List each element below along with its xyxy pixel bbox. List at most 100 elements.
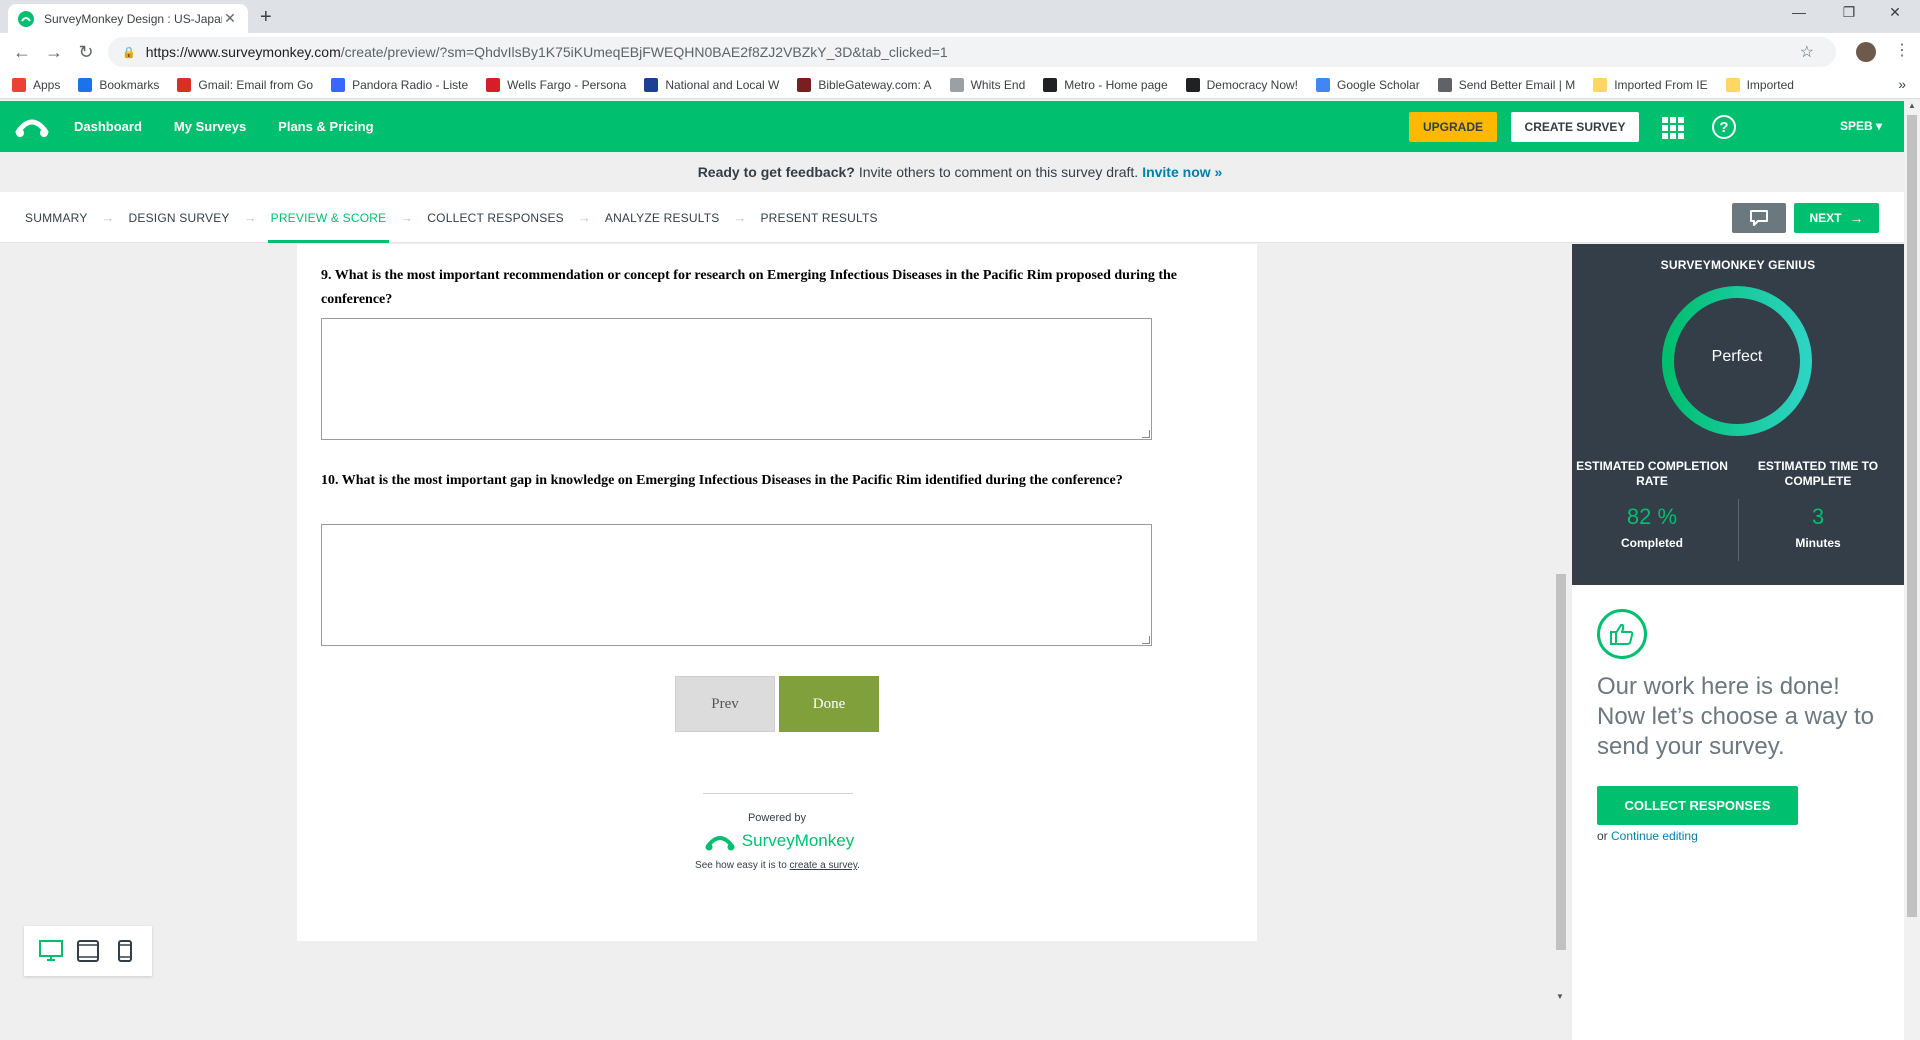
bookmark-item[interactable]: Apps (12, 77, 61, 92)
step-analyze-results[interactable]: ANALYZE RESULTS (605, 192, 720, 243)
invite-now-link[interactable]: Invite now » (1142, 164, 1222, 180)
bookmark-label: Imported From IE (1614, 77, 1708, 92)
forward-icon[interactable]: → (38, 42, 70, 63)
bookmark-item[interactable]: Imported (1725, 77, 1794, 92)
url-host: https://www.surveymonkey.com (145, 44, 341, 60)
step-arrow-icon: → (400, 210, 414, 225)
step-collect-responses[interactable]: COLLECT RESPONSES (427, 192, 564, 243)
surveymonkey-logo-icon[interactable] (14, 112, 50, 140)
bookmark-item[interactable]: Pandora Radio - Liste (331, 77, 469, 92)
bookmark-item[interactable]: Whits End (949, 77, 1025, 92)
scroll-down-arrow-icon[interactable]: ▼ (1556, 992, 1564, 1001)
page-scrollbar[interactable]: ▲ (1904, 99, 1920, 1040)
restore-button[interactable]: ❐ (1826, 4, 1872, 21)
lock-icon: 🔒 (122, 46, 136, 59)
see-how-suffix: . (857, 860, 860, 871)
bookmark-favicon-icon (949, 77, 964, 92)
create-survey-button[interactable]: CREATE SURVEY (1511, 112, 1639, 142)
tab-close-icon[interactable]: ✕ (222, 10, 238, 27)
bookmark-item[interactable]: Gmail: Email from Go (177, 77, 314, 92)
help-icon[interactable]: ? (1712, 115, 1736, 139)
browser-menu-icon[interactable]: ⋮ (1894, 40, 1910, 60)
reload-icon[interactable]: ↻ (70, 42, 102, 63)
continue-editing-link[interactable]: Continue editing (1611, 829, 1698, 843)
scroll-up-arrow-icon[interactable]: ▲ (1908, 101, 1916, 110)
next-button[interactable]: NEXT → (1794, 203, 1879, 233)
desktop-view-icon[interactable] (38, 938, 64, 964)
bookmark-item[interactable]: National and Local W (644, 77, 780, 92)
question-9: 9. What is the most important recommenda… (321, 268, 1178, 307)
bookmark-item[interactable]: Send Better Email | M (1437, 77, 1576, 92)
done-message: Our work here is done! Now let’s choose … (1597, 673, 1875, 760)
bookmark-label: Imported (1746, 77, 1794, 92)
genius-title: SURVEYMONKEY GENIUS (1660, 258, 1816, 272)
bookmark-label: Metro - Home page (1064, 77, 1168, 92)
bookmark-label: Pandora Radio - Liste (352, 77, 469, 92)
apps-grid-icon[interactable] (1662, 117, 1684, 139)
bookmark-item[interactable]: Metro - Home page (1043, 77, 1168, 92)
step-preview-score[interactable]: PREVIEW & SCORE (267, 192, 389, 243)
mobile-view-icon[interactable] (112, 938, 138, 964)
preview-scrollbar[interactable] (1556, 574, 1566, 950)
page-scrollbar-thumb[interactable] (1907, 115, 1917, 917)
resize-handle-icon[interactable] (1142, 636, 1150, 644)
new-tab-button[interactable]: + (260, 6, 272, 29)
browser-tab[interactable]: SurveyMonkey Design : US-Japan ✕ (8, 4, 248, 33)
answer-field-q10[interactable] (321, 524, 1152, 646)
time-to-complete-label: ESTIMATED TIME TO COMPLETE (1757, 459, 1879, 488)
next-label: NEXT (1809, 211, 1842, 225)
bookmark-item[interactable]: Wells Fargo - Persona (486, 77, 626, 92)
bookmark-item[interactable]: Democracy Now! (1185, 77, 1298, 92)
upgrade-button[interactable]: UPGRADE (1409, 112, 1497, 142)
step-design-survey[interactable]: DESIGN SURVEY (129, 192, 230, 243)
prev-button[interactable]: Prev (675, 676, 775, 732)
bookmark-star-icon[interactable]: ☆ (1800, 42, 1814, 62)
collect-responses-button[interactable]: COLLECT RESPONSES (1597, 786, 1798, 825)
surveymonkey-logo-icon (705, 836, 735, 851)
footer-divider (703, 793, 853, 794)
tablet-view-icon[interactable] (75, 938, 101, 964)
resize-handle-icon[interactable] (1142, 430, 1150, 438)
arrow-right-icon: → (1849, 210, 1864, 226)
bookmark-favicon-icon (1043, 77, 1058, 92)
bookmark-item[interactable]: Imported From IE (1593, 77, 1708, 92)
completion-rate-value: 82 % (1626, 504, 1678, 529)
bookmark-favicon-icon (1316, 77, 1330, 92)
bookmarks-overflow-icon[interactable]: » (1898, 76, 1906, 92)
bookmark-item[interactable]: Google Scholar (1316, 77, 1420, 92)
step-present-results[interactable]: PRESENT RESULTS (760, 192, 877, 243)
bookmark-label: BibleGateway.com: A (818, 77, 932, 92)
bookmark-label: Apps (33, 77, 61, 92)
surveymonkey-brand-link[interactable]: SurveyMonkey (699, 830, 859, 852)
done-button[interactable]: Done (779, 676, 879, 732)
bookmark-label: Google Scholar (1337, 77, 1420, 92)
user-menu[interactable]: SPEB ▾ (1840, 119, 1882, 133)
nav-dashboard[interactable]: Dashboard (74, 119, 142, 134)
bookmark-label: National and Local W (665, 77, 780, 92)
answer-field-q9[interactable] (321, 318, 1152, 440)
nav-my-surveys[interactable]: My Surveys (174, 119, 246, 134)
create-survey-link[interactable]: create a survey (790, 860, 858, 871)
see-how-prefix: See how easy it is to (695, 860, 790, 871)
bookmark-favicon-icon (78, 77, 93, 92)
bookmark-label: Gmail: Email from Go (198, 77, 314, 92)
nav-plans-pricing[interactable]: Plans & Pricing (278, 119, 373, 134)
bookmark-favicon-icon (12, 77, 26, 92)
close-window-button[interactable]: ✕ (1872, 4, 1918, 21)
back-icon[interactable]: ← (6, 42, 38, 63)
time-to-complete-value: 3 (1811, 504, 1825, 529)
bookmark-favicon-icon (1725, 77, 1740, 92)
comment-button[interactable] (1732, 203, 1786, 233)
surveymonkey-favicon-icon (18, 10, 34, 27)
address-bar[interactable]: 🔒 https://www.surveymonkey.com/create/pr… (108, 37, 1836, 67)
bookmark-item[interactable]: BibleGateway.com: A (797, 77, 932, 92)
profile-avatar[interactable] (1856, 42, 1876, 62)
bookmark-favicon-icon (1437, 77, 1452, 92)
see-how-text: See how easy it is to create a survey. (640, 860, 915, 871)
banner-text: Invite others to comment on this survey … (858, 164, 1139, 180)
minimize-button[interactable]: — (1776, 4, 1822, 20)
step-summary[interactable]: SUMMARY (25, 192, 88, 243)
bookmark-item[interactable]: Bookmarks (78, 77, 159, 92)
genius-panel: SURVEYMONKEY GENIUS Perfect ESTIMATED CO… (1572, 244, 1904, 585)
bookmark-label: Send Better Email | M (1458, 77, 1576, 92)
